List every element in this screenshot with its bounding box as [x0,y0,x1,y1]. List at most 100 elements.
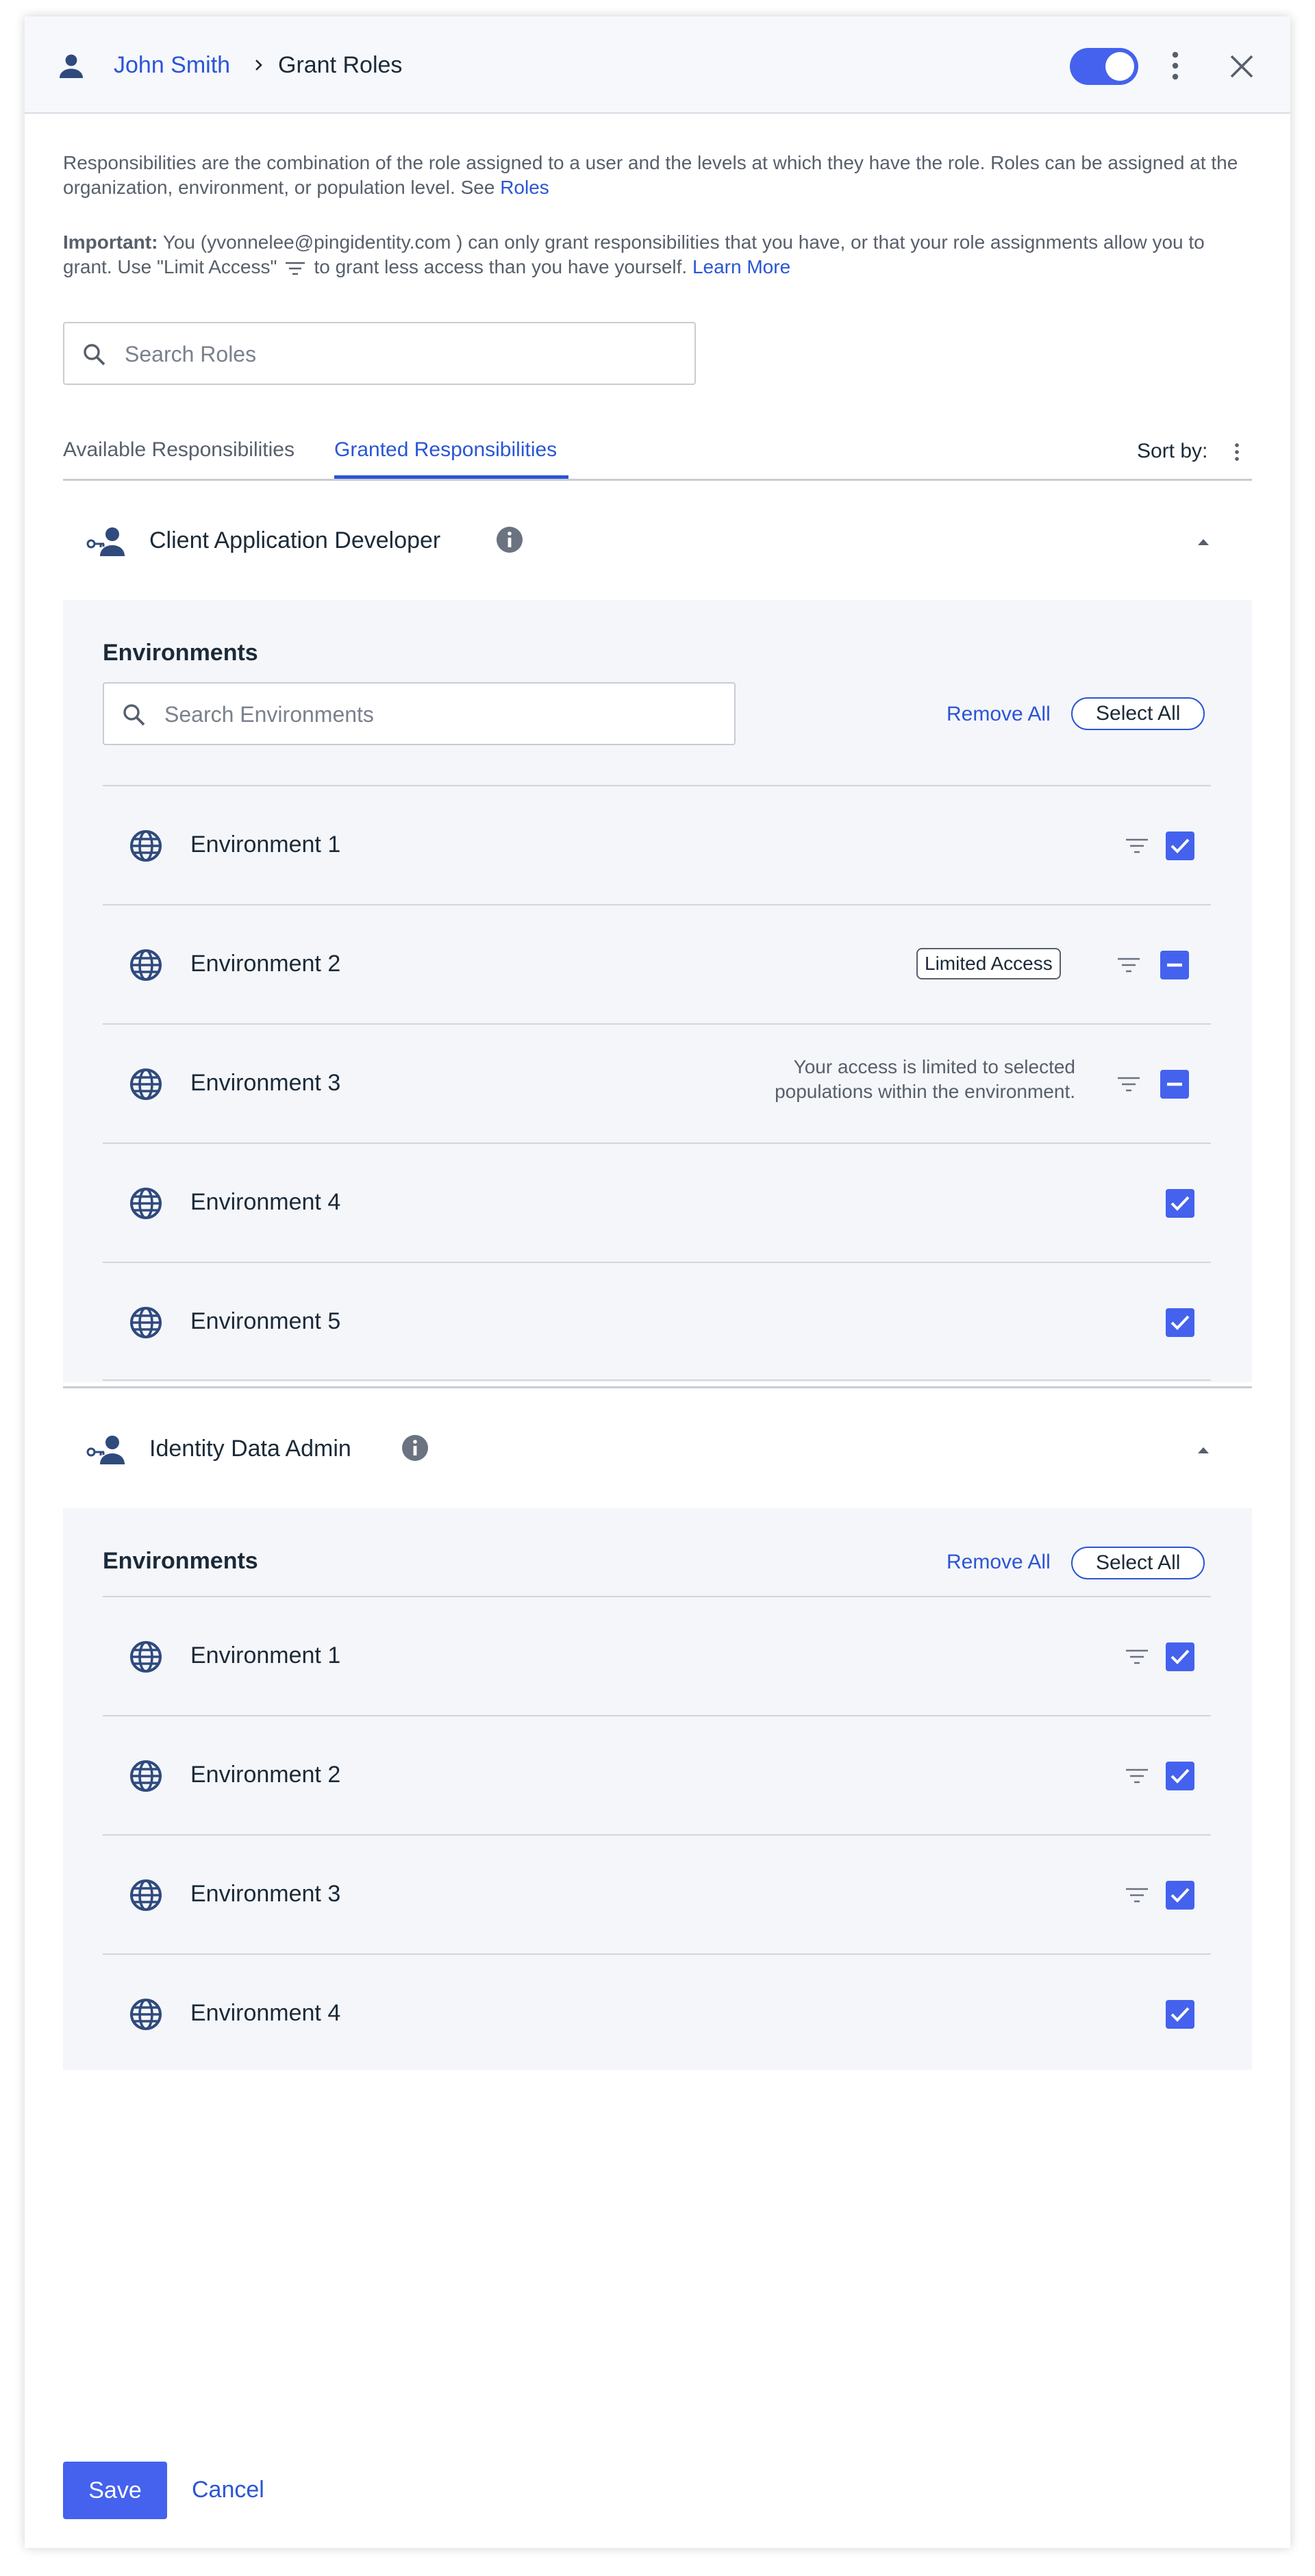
tab-available-responsibilities[interactable]: Available Responsibilities [63,438,295,462]
breadcrumb-user-link[interactable]: John Smith [114,52,230,79]
search-icon [84,344,105,366]
tab-granted-responsibilities[interactable]: Granted Responsibilities [334,438,557,462]
globe-icon [130,830,162,862]
environment-row: Environment 5 [103,1262,1211,1381]
checkmark-icon [1170,838,1190,853]
checkmark-icon [1170,2007,1190,2022]
checkmark-icon [1170,1649,1190,1664]
environment-row: Environment 2 Limited Access [103,904,1211,1023]
save-button[interactable]: Save [63,2462,167,2519]
limited-access-note: Your access is limited to selected popul… [692,1055,1075,1104]
info-icon[interactable] [401,1434,429,1462]
environment-name: Environment 4 [190,2000,341,2026]
globe-icon [130,1188,162,1219]
user-icon [60,54,83,78]
search-icon [123,704,145,726]
chevron-up-icon[interactable] [1193,1440,1214,1460]
remove-all-button[interactable]: Remove All [947,703,1051,726]
environment-name: Environment 1 [190,831,341,858]
filter-icon[interactable] [1125,837,1149,855]
globe-icon [130,1068,162,1100]
sort-by-label: Sort by: [1137,440,1208,462]
environment-checkbox[interactable] [1160,1070,1189,1099]
responsibility-tabs: Available Responsibilities Granted Respo… [63,425,1252,481]
environment-name: Environment 2 [190,951,341,977]
sort-kebab-icon[interactable] [1231,441,1242,463]
select-all-button[interactable]: Select All [1071,697,1205,730]
remove-all-button[interactable]: Remove All [947,1551,1051,1574]
environment-checkbox[interactable] [1160,951,1189,979]
active-tab-indicator [334,475,568,479]
environment-checkbox[interactable] [1166,1189,1194,1218]
environment-row: Environment 3 [103,1834,1211,1953]
checkmark-icon [1170,1196,1190,1211]
info-icon[interactable] [496,526,523,553]
header-toggle[interactable] [1070,48,1138,85]
environment-name: Environment 3 [190,1881,341,1907]
filter-icon [286,262,305,275]
intro-text: Responsibilities are the combination of … [63,151,1241,200]
globe-icon [130,1760,162,1792]
environment-checkbox[interactable] [1166,1762,1194,1790]
environments-panel-2: Environments Remove All Select All Envir… [63,1508,1252,2070]
note-line: Your access is limited to selected [793,1056,1075,1077]
grant-roles-panel: John Smith Grant Roles Responsibilities … [25,16,1290,2548]
environment-checkbox[interactable] [1166,1881,1194,1910]
role-header-identity-data-admin[interactable]: Identity Data Admin [63,1392,1252,1508]
environment-checkbox[interactable] [1166,1308,1194,1337]
globe-icon [130,1879,162,1911]
close-icon[interactable] [1229,53,1255,79]
environments-title: Environments [103,1548,258,1574]
checkmark-icon [1170,1315,1190,1330]
intro-body: Responsibilities are the combination of … [63,152,1238,198]
environment-row: Environment 1 [103,785,1211,904]
limited-access-badge: Limited Access [916,948,1061,979]
roles-link[interactable]: Roles [500,177,549,198]
kebab-icon[interactable] [1168,49,1182,82]
panel-header: John Smith Grant Roles [25,16,1290,114]
environments-title: Environments [103,640,258,666]
filter-icon[interactable] [1125,1886,1149,1904]
filter-icon[interactable] [1116,956,1141,974]
user-key-icon [86,1436,125,1464]
environment-name: Environment 3 [190,1070,341,1096]
environment-name: Environment 5 [190,1308,341,1334]
search-environments-field[interactable] [103,682,736,745]
globe-icon [130,1641,162,1673]
globe-icon [130,949,162,981]
globe-icon [130,1999,162,2030]
filter-icon[interactable] [1125,1767,1149,1785]
search-environments-input[interactable] [164,699,712,730]
important-text: Important: You (yvonnelee@pingidentity.c… [63,230,1255,279]
minus-icon [1167,1082,1182,1086]
chevron-right-icon [255,60,262,71]
environment-row: Environment 2 [103,1715,1211,1834]
checkmark-icon [1170,1888,1190,1903]
role-name: Client Application Developer [149,527,441,553]
checkmark-icon [1170,1768,1190,1784]
user-key-icon [86,527,125,556]
select-all-button[interactable]: Select All [1071,1547,1205,1579]
note-line: populations within the environment. [775,1081,1075,1102]
environment-checkbox[interactable] [1166,1642,1194,1671]
globe-icon [130,1307,162,1338]
page-title: Grant Roles [278,52,403,78]
search-roles-field[interactable] [63,322,696,385]
environment-name: Environment 2 [190,1762,341,1788]
minus-icon [1167,963,1182,967]
filter-icon[interactable] [1116,1075,1141,1093]
environment-row: Environment 1 [103,1596,1211,1715]
chevron-up-icon[interactable] [1193,532,1214,552]
role-header-client-application-developer[interactable]: Client Application Developer [63,484,1252,600]
environment-checkbox[interactable] [1166,2000,1194,2029]
environment-name: Environment 4 [190,1189,341,1215]
important-label: Important: [63,232,158,253]
cancel-button[interactable]: Cancel [192,2477,264,2503]
environment-row: Environment 3 Your access is limited to … [103,1023,1211,1142]
learn-more-link[interactable]: Learn More [692,256,790,277]
environment-checkbox[interactable] [1166,831,1194,860]
filter-icon[interactable] [1125,1648,1149,1666]
toggle-knob [1105,52,1134,81]
search-roles-input[interactable] [125,338,673,370]
important-body-2: to grant less access than you have yours… [314,256,688,277]
